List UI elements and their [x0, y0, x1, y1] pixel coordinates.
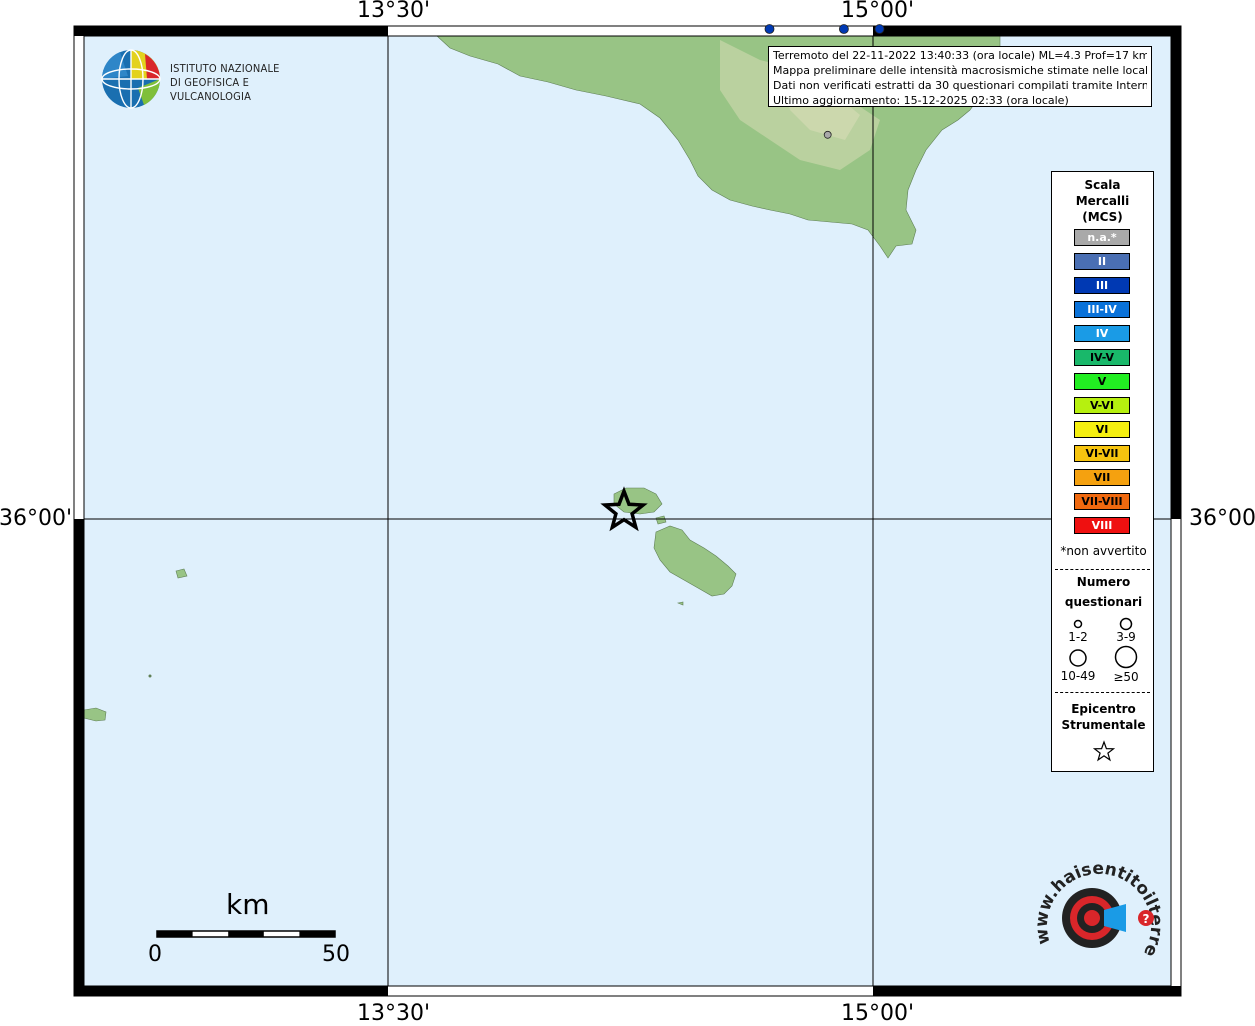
- event-info-box: Terremoto del 22-11-2022 13:40:33 (ora l…: [768, 46, 1152, 107]
- intensity-swatch: VI-VII: [1074, 445, 1130, 462]
- lampione-islet: [148, 674, 152, 678]
- legend-title-line3: (MCS): [1082, 210, 1123, 224]
- ingv-logo: ISTITUTO NAZIONALE DI GEOFISICA E VULCAN…: [100, 48, 320, 110]
- intensity-swatch: n.a.*: [1074, 229, 1130, 246]
- ingv-name-line2: DI GEOFISICA E VULCANOLOGIA: [170, 76, 252, 103]
- intensity-swatch: III: [1074, 277, 1130, 294]
- size-label-50: ≥50: [1113, 670, 1139, 684]
- size-circle-1-2: [1073, 619, 1083, 629]
- legend-separator-1: [1055, 569, 1150, 570]
- event-info-line4: Ultimo aggiornamento: 15-12-2025 02:33 (…: [773, 94, 1069, 107]
- legend-separator-2: [1055, 692, 1150, 693]
- haisentitoilterremoto-logo-icon: www.haisentitoilterremoto.it ?: [1021, 833, 1166, 960]
- lat-label-right: 36°00': [1189, 506, 1255, 531]
- scale-bar-graphic: [156, 930, 336, 938]
- scale-end-label: 50: [322, 942, 350, 967]
- questionari-title-line2: questionari: [1064, 595, 1143, 609]
- size-label-10-49: 10-49: [1060, 669, 1096, 683]
- scale-unit: km: [226, 888, 270, 921]
- ingv-name-line1: ISTITUTO NAZIONALE: [170, 62, 280, 75]
- lon-label-top-2: 15°00': [841, 0, 915, 23]
- intensity-swatch: II: [1074, 253, 1130, 270]
- legend-note: *non avvertito: [1060, 544, 1147, 558]
- lon-label-top-1: 13°30': [357, 0, 431, 23]
- size-label-3-9: 3-9: [1116, 630, 1136, 644]
- intensity-swatch: III-IV: [1074, 301, 1130, 318]
- epicentro-title-line1: Epicentro: [1071, 702, 1136, 716]
- observation-point[interactable]: [764, 24, 775, 34]
- intensity-swatch: VI: [1074, 421, 1130, 438]
- intensity-swatch: VII: [1074, 469, 1130, 486]
- intensity-swatch: VIII: [1074, 517, 1130, 534]
- epicentro-title-line2: Strumentale: [1061, 718, 1146, 732]
- legend-panel: Scala Mercalli (MCS) n.a.* II III III-IV IV I…: [1051, 171, 1154, 772]
- intensity-swatch: V: [1074, 373, 1130, 390]
- epicenter-legend-star-icon: [1093, 740, 1115, 762]
- size-circle-10-49: [1069, 649, 1087, 667]
- observation-point[interactable]: [874, 24, 885, 34]
- haisentitoilterremoto-logo[interactable]: www.haisentitoilterremoto.it ?: [1021, 833, 1170, 978]
- legend-title-line1: Scala: [1084, 178, 1121, 192]
- event-info-line3: Dati non verificati estratti da 30 quest…: [773, 79, 1147, 92]
- legend-title: Scala Mercalli (MCS): [1052, 177, 1153, 225]
- intensity-swatch: IV: [1074, 325, 1130, 342]
- observation-point[interactable]: [839, 24, 849, 34]
- lon-label-bottom-2: 15°00': [841, 1001, 915, 1026]
- size-label-1-2: 1-2: [1068, 630, 1088, 644]
- size-circle-3-9: [1119, 617, 1133, 631]
- event-info-line2: Mappa preliminare delle intensità macros…: [773, 64, 1147, 77]
- intensity-swatch: V-VI: [1074, 397, 1130, 414]
- intensity-swatch: IV-V: [1074, 349, 1130, 366]
- size-circle-50: [1114, 645, 1138, 669]
- observation-point[interactable]: [823, 130, 832, 139]
- svg-text:?: ?: [1143, 912, 1150, 926]
- lat-label-left: 36°00': [0, 506, 73, 531]
- epicentro-title: Epicentro Strumentale: [1052, 701, 1155, 733]
- questionari-title-line1: Numero: [1076, 575, 1131, 589]
- lon-label-bottom-1: 13°30': [357, 1001, 431, 1026]
- questionari-title: Numero questionari: [1052, 574, 1155, 610]
- scale-bar: km 0 50: [148, 888, 358, 968]
- scale-start-label: 0: [148, 942, 162, 967]
- ingv-globe-icon: [101, 49, 161, 109]
- intensity-swatch: VII-VIII: [1074, 493, 1130, 510]
- legend-title-line2: Mercalli: [1075, 194, 1130, 208]
- event-info-line1: Terremoto del 22-11-2022 13:40:33 (ora l…: [773, 49, 1147, 62]
